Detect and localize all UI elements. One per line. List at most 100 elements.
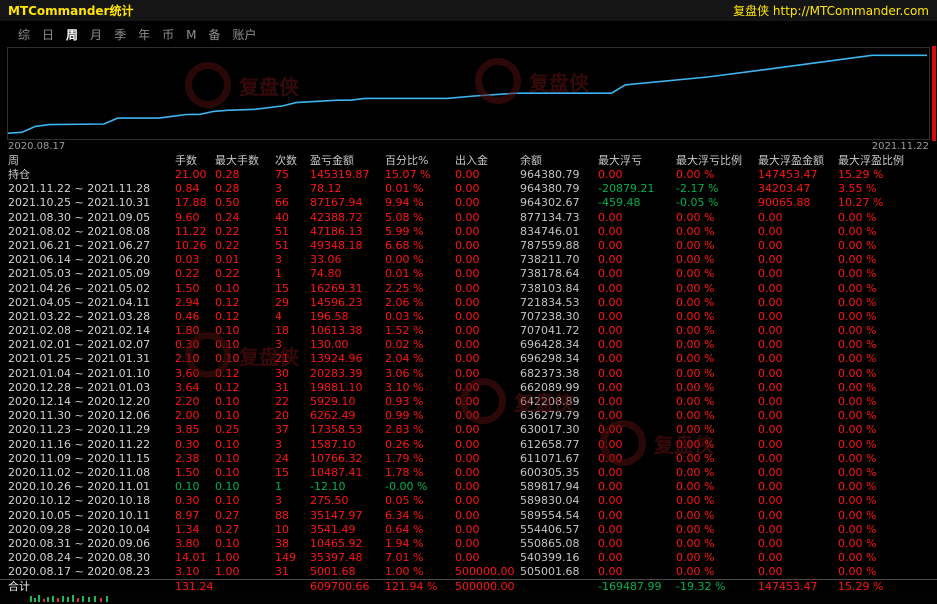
value-cell: 0.00 xyxy=(455,310,520,324)
table-row[interactable]: 2020.12.14 ~ 2020.12.202.200.10225929.10… xyxy=(0,395,937,409)
table-row[interactable]: 2020.10.26 ~ 2020.11.010.100.101-12.10-0… xyxy=(0,480,937,494)
column-header[interactable]: 盈亏金额 xyxy=(310,153,385,168)
table-row[interactable]: 2020.11.09 ~ 2020.11.152.380.102410766.3… xyxy=(0,452,937,466)
table-row[interactable]: 2021.11.22 ~ 2021.11.280.840.28378.120.0… xyxy=(0,182,937,196)
table-row[interactable]: 2020.08.24 ~ 2020.08.3014.011.0014935397… xyxy=(0,551,937,565)
value-cell: 0.00 xyxy=(455,438,520,452)
value-cell: 0.00 % xyxy=(676,466,758,480)
table-row[interactable]: 2021.06.14 ~ 2021.06.200.030.01333.060.0… xyxy=(0,253,937,267)
column-header[interactable]: 周 xyxy=(8,153,175,168)
table-row[interactable]: 2020.08.17 ~ 2020.08.233.101.00315001.68… xyxy=(0,565,937,579)
value-cell: 0.00 xyxy=(758,423,838,437)
menu-item-账户[interactable]: 账户 xyxy=(226,26,262,43)
table-row[interactable]: 2020.10.12 ~ 2020.10.180.300.103275.500.… xyxy=(0,494,937,508)
period-cell: 2021.01.04 ~ 2021.01.10 xyxy=(8,367,175,381)
value-cell: 0.00 % xyxy=(676,452,758,466)
column-header[interactable]: 最大浮盈比例 xyxy=(838,153,937,168)
table-row[interactable]: 2020.10.05 ~ 2020.10.118.970.278835147.9… xyxy=(0,509,937,523)
value-cell: 1587.10 xyxy=(310,438,385,452)
table-row[interactable]: 2021.05.03 ~ 2021.05.090.220.22174.800.0… xyxy=(0,267,937,281)
period-cell: 2020.11.02 ~ 2020.11.08 xyxy=(8,466,175,480)
total-row[interactable]: 合计131.24609700.66121.94 %500000.00-16948… xyxy=(0,579,937,593)
table-row[interactable]: 2020.11.16 ~ 2020.11.220.300.1031587.100… xyxy=(0,438,937,452)
column-header[interactable]: 最大浮亏 xyxy=(598,153,676,168)
table-row[interactable]: 持仓21.000.2875145319.8715.07 %0.00964380.… xyxy=(0,168,937,182)
period-cell: 2020.11.16 ~ 2020.11.22 xyxy=(8,438,175,452)
table-row[interactable]: 2020.08.31 ~ 2020.09.063.800.103810465.9… xyxy=(0,537,937,551)
table-row[interactable]: 2020.09.28 ~ 2020.10.041.340.27103541.49… xyxy=(0,523,937,537)
value-cell: 10487.41 xyxy=(310,466,385,480)
value-cell: 0.00 xyxy=(758,480,838,494)
menu-item-综[interactable]: 综 xyxy=(12,26,36,43)
value-cell: 15.29 % xyxy=(838,168,937,182)
table-row[interactable]: 2021.04.26 ~ 2021.05.021.500.101516269.3… xyxy=(0,282,937,296)
table-row[interactable]: 2021.03.22 ~ 2021.03.280.460.124196.580.… xyxy=(0,310,937,324)
table-row[interactable]: 2021.01.04 ~ 2021.01.103.600.123020283.3… xyxy=(0,367,937,381)
candlestick-mark xyxy=(52,596,54,602)
table-row[interactable]: 2021.10.25 ~ 2021.10.3117.880.506687167.… xyxy=(0,196,937,210)
table-row[interactable]: 2021.04.05 ~ 2021.04.112.940.122914596.2… xyxy=(0,296,937,310)
table-row[interactable]: 2021.08.30 ~ 2021.09.059.600.244042388.7… xyxy=(0,211,937,225)
period-cell: 2020.11.09 ~ 2020.11.15 xyxy=(8,452,175,466)
value-cell: 3.60 xyxy=(175,367,215,381)
value-cell: 0.00 xyxy=(598,310,676,324)
column-header[interactable]: 手数 xyxy=(175,153,215,168)
value-cell: 0.00 xyxy=(758,523,838,537)
menu-item-M[interactable]: M xyxy=(180,28,202,42)
value-cell: 18 xyxy=(275,324,310,338)
column-header[interactable]: 余额 xyxy=(520,153,598,168)
column-header[interactable]: 最大手数 xyxy=(215,153,275,168)
value-cell: 682373.38 xyxy=(520,367,598,381)
column-header[interactable]: 次数 xyxy=(275,153,310,168)
period-cell: 持仓 xyxy=(8,168,175,182)
menu-item-备[interactable]: 备 xyxy=(202,26,226,43)
column-header[interactable]: 最大浮亏比例 xyxy=(676,153,758,168)
value-cell: 0.25 xyxy=(215,423,275,437)
value-cell: 0.10 xyxy=(215,324,275,338)
chart-axis-labels: 2020.08.17 2021.11.22 xyxy=(0,140,937,153)
value-cell: 0.01 % xyxy=(385,182,455,196)
table-row[interactable]: 2021.08.02 ~ 2021.08.0811.220.225147186.… xyxy=(0,225,937,239)
brand-link[interactable]: 复盘侠 http://MTCommander.com xyxy=(733,2,929,19)
value-cell: 2.25 % xyxy=(385,282,455,296)
table-row[interactable]: 2020.12.28 ~ 2021.01.033.640.123119881.1… xyxy=(0,381,937,395)
table-row[interactable]: 2021.02.01 ~ 2021.02.070.300.103130.000.… xyxy=(0,338,937,352)
value-cell: 0.00 xyxy=(455,267,520,281)
value-cell: 0.00 % xyxy=(838,423,937,437)
menu-item-月[interactable]: 月 xyxy=(84,26,108,43)
value-cell: 66 xyxy=(275,196,310,210)
value-cell: 738211.70 xyxy=(520,253,598,267)
value-cell: -0.00 % xyxy=(385,480,455,494)
table-row[interactable]: 2021.01.25 ~ 2021.01.312.100.102113924.9… xyxy=(0,352,937,366)
value-cell: 19881.10 xyxy=(310,381,385,395)
value-cell: 0.00 % xyxy=(676,282,758,296)
value-cell: 0.00 xyxy=(455,239,520,253)
value-cell: 0.27 xyxy=(215,523,275,537)
column-header[interactable]: 百分比% xyxy=(385,153,455,168)
menu-item-季[interactable]: 季 xyxy=(108,26,132,43)
value-cell: 0.00 xyxy=(598,551,676,565)
menu-item-周[interactable]: 周 xyxy=(60,26,84,43)
value-cell: 17358.53 xyxy=(310,423,385,437)
value-cell: 3 xyxy=(275,338,310,352)
menu-item-年[interactable]: 年 xyxy=(132,26,156,43)
table-row[interactable]: 2020.11.30 ~ 2020.12.062.000.10206262.49… xyxy=(0,409,937,423)
menu-item-币[interactable]: 币 xyxy=(156,26,180,43)
table-row[interactable]: 2021.02.08 ~ 2021.02.141.800.101810613.3… xyxy=(0,324,937,338)
table-row[interactable]: 2021.06.21 ~ 2021.06.2710.260.225149348.… xyxy=(0,239,937,253)
value-cell: 6.68 % xyxy=(385,239,455,253)
value-cell: 500000.00 xyxy=(455,580,520,593)
column-header[interactable]: 最大浮盈金额 xyxy=(758,153,838,168)
value-cell: 0.84 xyxy=(175,182,215,196)
value-cell: 3541.49 xyxy=(310,523,385,537)
table-row[interactable]: 2020.11.02 ~ 2020.11.081.500.101510487.4… xyxy=(0,466,937,480)
value-cell: 90065.88 xyxy=(758,196,838,210)
menu-item-日[interactable]: 日 xyxy=(36,26,60,43)
column-header[interactable]: 出入金 xyxy=(455,153,520,168)
value-cell: 0.30 xyxy=(175,438,215,452)
table-row[interactable]: 2020.11.23 ~ 2020.11.293.850.253717358.5… xyxy=(0,423,937,437)
value-cell: 964380.79 xyxy=(520,168,598,182)
value-cell: -459.48 xyxy=(598,196,676,210)
value-cell: 707238.30 xyxy=(520,310,598,324)
value-cell: 0.00 % xyxy=(838,509,937,523)
